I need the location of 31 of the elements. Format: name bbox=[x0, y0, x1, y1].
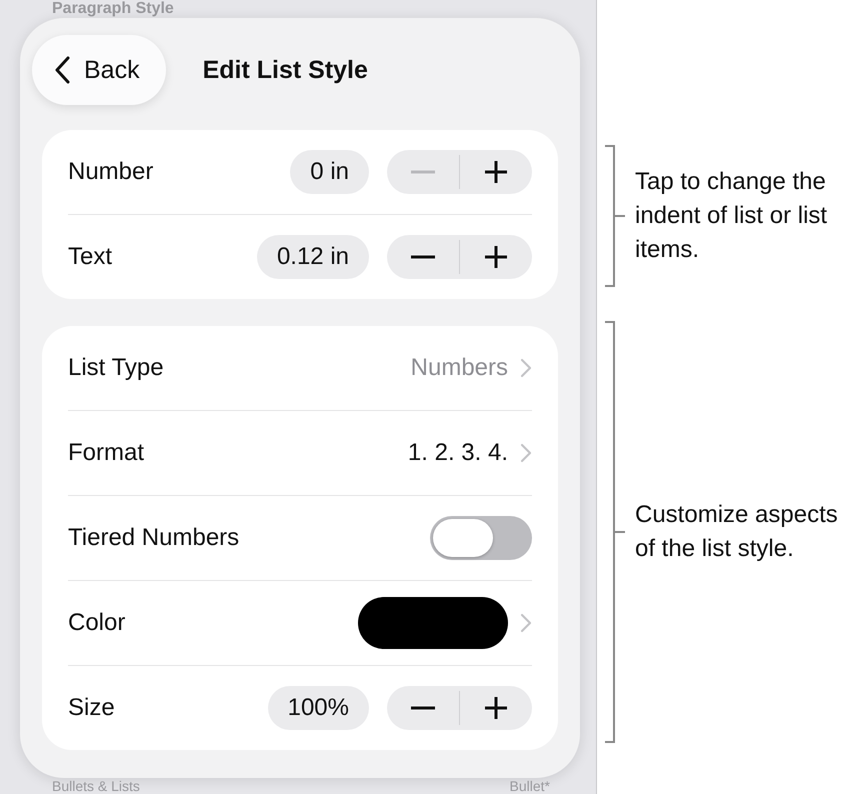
back-button[interactable]: Back bbox=[32, 35, 166, 105]
setting-value: 1. 2. 3. 4. bbox=[408, 439, 508, 467]
toggle-switch[interactable] bbox=[430, 516, 532, 560]
panel-title: Edit List Style bbox=[202, 56, 368, 84]
value-field[interactable]: 0 in bbox=[290, 150, 369, 194]
value-field[interactable]: 100% bbox=[268, 686, 369, 730]
setting-label: List Type bbox=[68, 354, 165, 382]
plus-icon bbox=[485, 697, 507, 719]
minus-icon bbox=[411, 706, 435, 710]
chevron-left-icon bbox=[54, 56, 70, 84]
background-value: Bullet* bbox=[510, 778, 550, 794]
setting-label: Tiered Numbers bbox=[68, 524, 240, 552]
setting-value: Numbers bbox=[410, 354, 508, 382]
chevron-icon bbox=[520, 443, 532, 463]
setting-label: Color bbox=[68, 609, 126, 637]
chevron-icon bbox=[520, 358, 532, 378]
callout-text: Tap to change the indent of list or list items. bbox=[635, 167, 828, 265]
color-swatch[interactable] bbox=[358, 597, 508, 649]
minus-icon bbox=[411, 255, 435, 259]
chevron-icon bbox=[520, 613, 532, 633]
plus-icon bbox=[485, 246, 507, 268]
minus-icon bbox=[411, 170, 435, 174]
setting-label: Format bbox=[68, 439, 146, 467]
background-item: Paragraph Style bbox=[51, 0, 175, 18]
indent-label: Text bbox=[68, 243, 114, 271]
callout-text: Customize aspects of the list style. bbox=[635, 500, 839, 564]
value-field[interactable]: 0.12 in bbox=[256, 235, 369, 279]
indent-label: Number bbox=[68, 158, 154, 186]
plus-icon bbox=[485, 161, 507, 183]
background-item: Bullets & Lists bbox=[52, 778, 140, 794]
setting-label: Size bbox=[68, 694, 116, 722]
